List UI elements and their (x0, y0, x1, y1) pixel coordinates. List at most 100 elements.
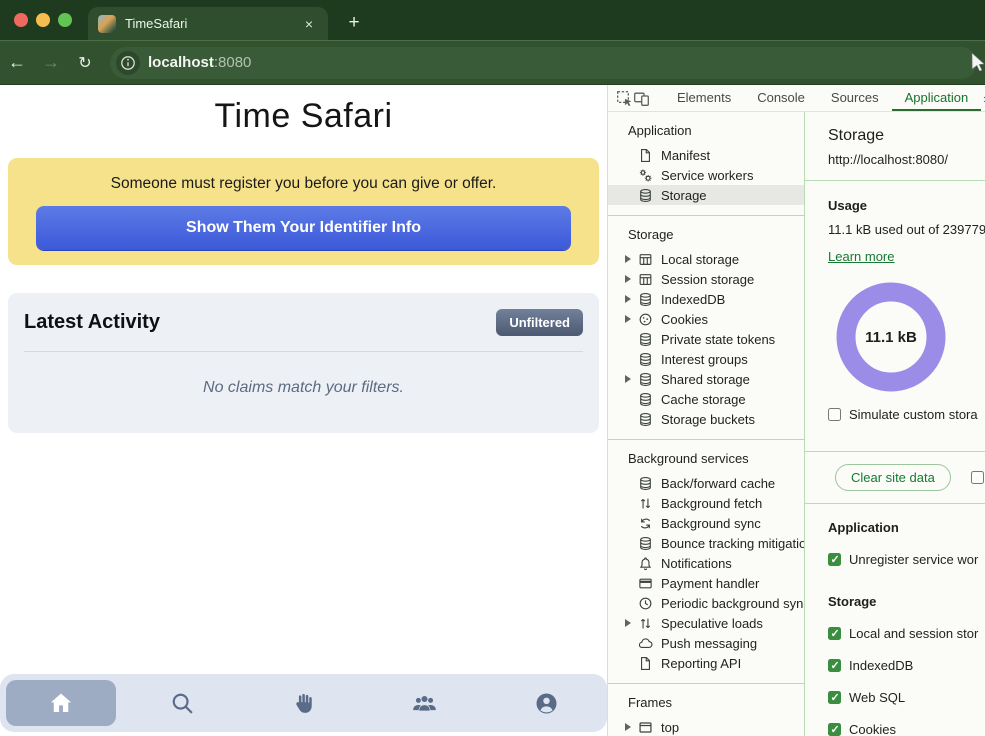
devtools-sidebar: Application Manifest Service workers Sto… (608, 112, 805, 736)
sidebar-item-payment-handler[interactable]: Payment handler (608, 573, 804, 593)
activity-heading: Latest Activity (24, 311, 160, 334)
database-icon (638, 188, 653, 203)
sidebar-item-storage-buckets[interactable]: Storage buckets (608, 409, 804, 429)
origin-url: http://localhost:8080/ (828, 152, 985, 167)
sidebar-item-cookies[interactable]: Cookies (608, 309, 804, 329)
window-controls (14, 13, 72, 27)
sidebar-item-private-state-tokens[interactable]: Private state tokens (608, 329, 804, 349)
mouse-cursor (971, 53, 985, 71)
web-sql-checkbox[interactable] (828, 691, 841, 704)
new-tab-button[interactable]: + (340, 9, 368, 37)
frame-icon (638, 720, 653, 735)
url-text[interactable]: localhost:8080 (148, 54, 251, 71)
storage-subheading: Storage (828, 594, 985, 609)
browser-tab[interactable]: TimeSafari × (88, 7, 328, 40)
nav-profile[interactable] (486, 691, 607, 716)
tab-favicon (98, 15, 116, 33)
pane-divider (805, 180, 985, 181)
sidebar-item-background-fetch[interactable]: Background fetch (608, 493, 804, 513)
site-info-icon[interactable] (116, 51, 140, 75)
sidebar-item-speculative-loads[interactable]: Speculative loads (608, 613, 804, 633)
sidebar-section-application: Application Manifest Service workers Sto… (608, 112, 804, 216)
tab-application[interactable]: Application (892, 85, 982, 112)
minimize-window-button[interactable] (36, 13, 50, 27)
bottom-navigation (0, 674, 607, 732)
sidebar-item-local-storage[interactable]: Local storage (608, 249, 804, 269)
indexeddb-row[interactable]: IndexedDB (828, 658, 985, 673)
bell-icon (638, 556, 653, 571)
sidebar-item-bounce-tracking-mitigations[interactable]: Bounce tracking mitigation (608, 533, 804, 553)
nav-home[interactable] (0, 680, 121, 726)
expander-icon[interactable] (625, 619, 638, 627)
sidebar-item-storage[interactable]: Storage (608, 185, 804, 205)
tab-close-icon[interactable]: × (300, 16, 318, 32)
people-icon (411, 690, 438, 717)
local-session-storage-row[interactable]: Local and session stor (828, 626, 985, 641)
expander-icon[interactable] (625, 295, 638, 303)
expander-icon[interactable] (625, 255, 638, 263)
database-icon (638, 412, 653, 427)
sidebar-item-interest-groups[interactable]: Interest groups (608, 349, 804, 369)
cookies-checkbox[interactable] (828, 723, 841, 736)
sidebar-item-indexeddb[interactable]: IndexedDB (608, 289, 804, 309)
device-toolbar-icon[interactable] (633, 90, 650, 107)
database-icon (638, 372, 653, 387)
zoom-window-button[interactable] (58, 13, 72, 27)
cookies-row[interactable]: Cookies (828, 722, 985, 736)
tab-title: TimeSafari (125, 16, 291, 31)
sidebar-item-service-workers[interactable]: Service workers (608, 165, 804, 185)
tab-elements[interactable]: Elements (664, 85, 744, 112)
sidebar-item-top-frame[interactable]: top (608, 717, 804, 736)
close-window-button[interactable] (14, 13, 28, 27)
simulate-storage-row[interactable]: Simulate custom stora (828, 407, 985, 422)
hand-icon (291, 691, 316, 716)
sidebar-item-reporting-api[interactable]: Reporting API (608, 653, 804, 673)
sidebar-section-frames: Frames top (608, 684, 804, 736)
local-session-checkbox[interactable] (828, 627, 841, 640)
expander-icon[interactable] (625, 375, 638, 383)
tab-console[interactable]: Console (744, 85, 818, 112)
including-checkbox[interactable] (971, 471, 984, 484)
sidebar-item-notifications[interactable]: Notifications (608, 553, 804, 573)
sidebar-item-shared-storage[interactable]: Shared storage (608, 369, 804, 389)
devtools-tab-bar: Elements Console Sources Application » (608, 85, 985, 112)
expander-icon[interactable] (625, 315, 638, 323)
indexeddb-checkbox[interactable] (828, 659, 841, 672)
expander-icon[interactable] (625, 723, 638, 731)
including-row[interactable]: in (971, 470, 985, 485)
clear-site-data-button[interactable]: Clear site data (835, 464, 951, 491)
empty-claims-message: No claims match your filters. (24, 379, 583, 397)
page-title: Time Safari (0, 97, 607, 136)
nav-home-active-pill[interactable] (6, 680, 116, 726)
section-title-background-services: Background services (608, 449, 804, 473)
web-sql-row[interactable]: Web SQL (828, 690, 985, 705)
forward-button[interactable]: → (34, 52, 68, 73)
sidebar-item-back-forward-cache[interactable]: Back/forward cache (608, 473, 804, 493)
reload-button[interactable]: ↻ (68, 53, 102, 73)
nav-search[interactable] (121, 691, 242, 716)
sidebar-item-cache-storage[interactable]: Cache storage (608, 389, 804, 409)
sidebar-item-session-storage[interactable]: Session storage (608, 269, 804, 289)
alert-message: Someone must register you before you can… (22, 175, 585, 193)
sidebar-item-periodic-background-sync[interactable]: Periodic background sync (608, 593, 804, 613)
show-identifier-button[interactable]: Show Them Your Identifier Info (36, 206, 571, 250)
section-title-frames: Frames (608, 693, 804, 717)
sidebar-item-background-sync[interactable]: Background sync (608, 513, 804, 533)
expander-icon[interactable] (625, 275, 638, 283)
tab-sources[interactable]: Sources (818, 85, 892, 112)
learn-more-link[interactable]: Learn more (828, 249, 894, 264)
unfiltered-button[interactable]: Unfiltered (496, 309, 583, 336)
address-bar[interactable]: localhost:8080 (110, 47, 977, 79)
nav-contacts[interactable] (364, 690, 485, 717)
nav-projects[interactable] (243, 691, 364, 716)
database-icon (638, 536, 653, 551)
inspect-element-icon[interactable] (616, 90, 633, 107)
unregister-service-workers-row[interactable]: Unregister service wor (828, 552, 985, 567)
sidebar-item-manifest[interactable]: Manifest (608, 145, 804, 165)
document-icon (638, 656, 653, 671)
cookie-icon (638, 312, 653, 327)
simulate-checkbox[interactable] (828, 408, 841, 421)
back-button[interactable]: ← (0, 52, 34, 73)
sidebar-item-push-messaging[interactable]: Push messaging (608, 633, 804, 653)
unregister-checkbox[interactable] (828, 553, 841, 566)
